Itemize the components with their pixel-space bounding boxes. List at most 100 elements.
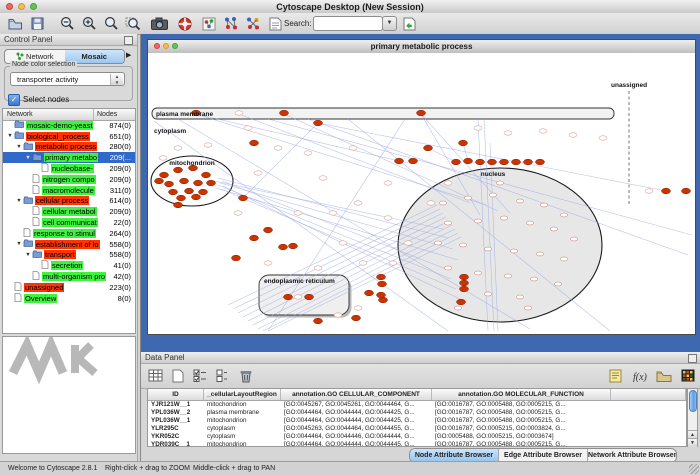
network-overview-panel[interactable] — [2, 336, 136, 454]
layout-network-b-icon[interactable] — [244, 15, 262, 32]
expander-icon[interactable]: ▼ — [6, 133, 14, 139]
expander-icon[interactable]: ▼ — [15, 198, 23, 204]
tree-row[interactable]: nitrogen compo209(0) — [3, 174, 135, 185]
select-nodes-checkbox[interactable]: ✓ — [8, 94, 20, 106]
tree-row-count: 41(0) — [113, 261, 135, 270]
tree-row-label: establishment of lo — [35, 240, 100, 249]
tree-row[interactable]: nucleobase-209(0) — [3, 163, 135, 174]
tree-row[interactable]: ▼transport558(0) — [3, 250, 135, 261]
layout-network-a-icon[interactable] — [222, 15, 240, 32]
zoom-in-icon[interactable] — [80, 15, 98, 32]
help-lifesaver-icon[interactable] — [176, 15, 194, 32]
tab-scroll-right-icon[interactable]: ▶ — [126, 51, 131, 59]
network-canvas[interactable]: plasma membranenucleusmitochondrionendop… — [148, 53, 695, 334]
table-icon[interactable] — [147, 367, 164, 384]
attribute-table[interactable]: ID_cellularLayoutRegionannotation.GO CEL… — [147, 388, 687, 447]
combo-stepper-icon: ▲▼ — [110, 74, 123, 85]
tree-row[interactable]: multi-organism pro42(0) — [3, 271, 135, 282]
tree-row-label: cellular metabol — [42, 207, 97, 216]
tree-row-count: 558(0) — [109, 250, 135, 259]
table-row[interactable]: YLR295Ccytoplasm[GO:0045263, GO:0044464,… — [148, 425, 686, 433]
tree-row-label: cell communicat — [42, 218, 98, 227]
float-panel-icon[interactable] — [124, 36, 133, 45]
tree-row-label: mosaic-demo-yeast — [26, 121, 93, 130]
expander-icon[interactable]: ▼ — [15, 144, 23, 150]
vizmapper-icon[interactable] — [200, 15, 218, 32]
tree-row-count: 311(0) — [110, 186, 135, 195]
save-icon[interactable] — [28, 15, 46, 32]
tree-row-count: 209(... — [110, 153, 135, 162]
network-window-titlebar[interactable]: primary metabolic process — [148, 40, 695, 54]
annotation-icon[interactable] — [266, 15, 284, 32]
function-builder-icon[interactable]: f(x) — [631, 367, 648, 384]
table-cell: [GO:0044464, GO:0044444, GO:0044425, G..… — [281, 417, 432, 425]
expander-icon[interactable]: ▼ — [15, 241, 23, 247]
heatmap-icon[interactable] — [679, 367, 696, 384]
network-window[interactable]: primary metabolic process plasma membran… — [147, 39, 696, 335]
file-icon — [32, 217, 40, 228]
zoom-fit-icon[interactable] — [102, 15, 120, 32]
tree-row[interactable]: ▼cellular process614(0) — [3, 196, 135, 207]
table-col-header[interactable]: _cellularLayoutRegion — [204, 389, 281, 400]
clipboard-icon[interactable] — [607, 367, 624, 384]
file-icon — [32, 271, 40, 282]
table-cell: [GO:0044464, GO:0044446, GO:0044444, G..… — [281, 433, 432, 441]
table-col-header[interactable]: annotation.GO MOLECULAR_FUNCTION — [432, 389, 611, 400]
plugin-manager-icon[interactable] — [400, 15, 418, 32]
table-row[interactable]: YJR121W__1mitochondrion[GO:0045267, GO:0… — [148, 401, 686, 409]
expander-icon[interactable]: ▼ — [24, 155, 32, 161]
tree-row-label: secretion — [51, 261, 83, 270]
new-attribute-icon[interactable] — [169, 367, 186, 384]
file-icon — [32, 185, 40, 196]
table-row[interactable]: YDR039C__1mitochondrion[GO:0044464, GO:0… — [148, 441, 686, 447]
search-input[interactable] — [313, 16, 383, 31]
table-row[interactable]: YPL036W__1mitochondrion[GO:0044464, GO:0… — [148, 417, 686, 425]
tree-row[interactable]: mosaic-demo-yeast874(0) — [3, 120, 135, 131]
attribute-table-header[interactable]: ID_cellularLayoutRegionannotation.GO CEL… — [148, 389, 686, 401]
status-pan-hint: Middle-click + drag to PAN — [193, 465, 275, 472]
tree-row[interactable]: unassigned223(0) — [3, 282, 135, 293]
unselect-attributes-icon[interactable] — [213, 367, 230, 384]
tree-row[interactable]: response to stimul264(0) — [3, 228, 135, 239]
tree-row[interactable]: ▼primary metabo209(... — [3, 152, 135, 163]
float-panel-icon[interactable] — [688, 354, 697, 363]
tree-row[interactable]: cell communicat22(0) — [3, 217, 135, 228]
snapshot-camera-icon[interactable] — [150, 15, 168, 32]
scrollbar-thumb[interactable] — [689, 390, 697, 412]
network-tree-panel: Network Nodes mosaic-demo-yeast874(0)▼bi… — [2, 108, 136, 334]
tree-row[interactable]: cellular metabol209(0) — [3, 206, 135, 217]
table-cell: cytoplasm — [204, 425, 281, 433]
search-dropdown-arrow[interactable]: ▼ — [382, 16, 397, 31]
table-cell: mitochondrion — [204, 401, 281, 409]
tree-row-count: 651(0) — [109, 132, 135, 141]
resize-grip[interactable] — [689, 464, 699, 474]
tree-row[interactable]: Overview8(0) — [3, 293, 135, 304]
tree-row[interactable]: ▼metabolic process280(0) — [3, 142, 135, 153]
expander-icon[interactable]: ▼ — [24, 252, 32, 258]
tree-row[interactable]: macromolecule 311(0) — [3, 185, 135, 196]
status-welcome: Welcome to Cytoscape 2.8.1 — [8, 465, 97, 472]
status-zoom-hint: Right-click + drag to ZOOM — [105, 465, 190, 472]
table-row[interactable]: YKR052Ccytoplasm[GO:0044464, GO:0044446,… — [148, 433, 686, 441]
table-row[interactable]: YPL036W__2plasma membrane[GO:0044464, GO… — [148, 409, 686, 417]
tree-row-label: nucleobase- — [51, 164, 94, 173]
zoom-out-icon[interactable] — [58, 15, 76, 32]
table-scrollbar[interactable]: ▲ ▼ — [687, 388, 698, 447]
scroll-down-icon[interactable]: ▼ — [688, 438, 697, 447]
select-attributes-icon[interactable] — [191, 367, 208, 384]
node-color-attribute-select[interactable]: transporter activity ▲▼ — [10, 72, 125, 86]
table-col-header[interactable]: annotation.GO CELLULAR_COMPONENT — [281, 389, 432, 400]
import-folder-icon[interactable] — [655, 367, 672, 384]
table-cell: YLR295C — [148, 425, 204, 433]
folder-icon — [23, 142, 33, 152]
tree-row-label: macromolecule — [42, 186, 95, 195]
tree-row[interactable]: secretion 41(0) — [3, 260, 135, 271]
region-plasma-membrane — [152, 108, 614, 119]
tree-row[interactable]: ▼establishment of lo558(0) — [3, 239, 135, 250]
table-col-header[interactable]: ID — [148, 389, 204, 400]
delete-attribute-icon[interactable] — [237, 367, 254, 384]
tree-row[interactable]: ▼biological_process651(0) — [3, 131, 135, 142]
data-panel-toolbar: f(x) — [141, 364, 700, 389]
zoom-selected-icon[interactable] — [124, 15, 142, 32]
open-icon[interactable] — [6, 15, 24, 32]
